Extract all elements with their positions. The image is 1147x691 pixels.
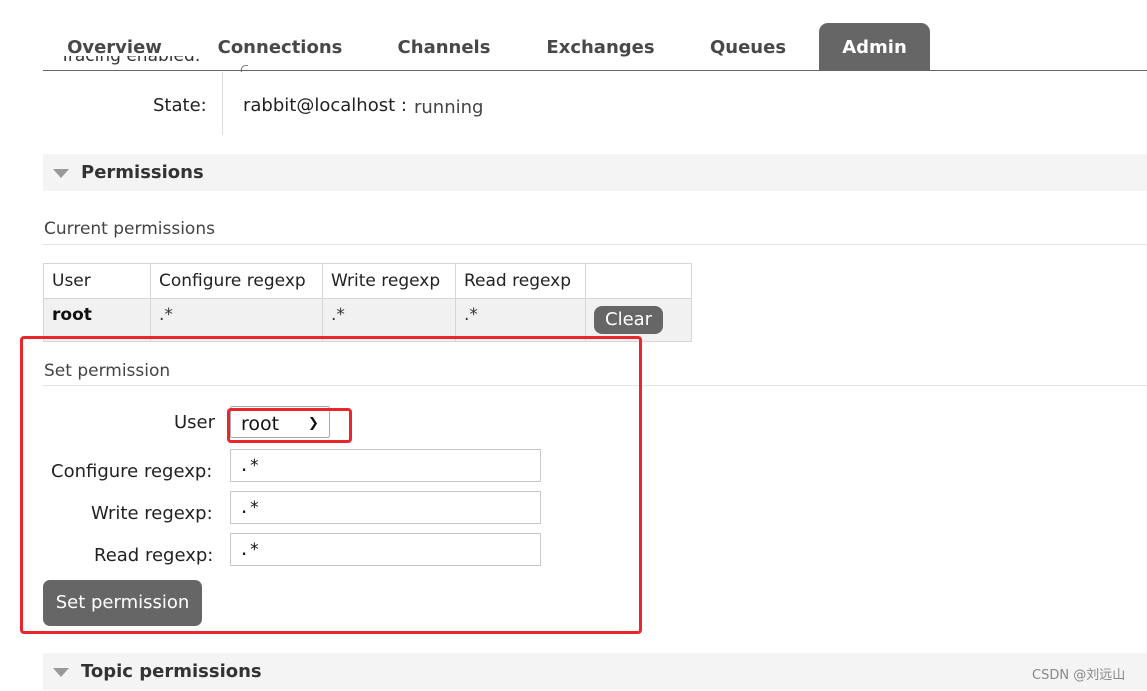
collapse-triangle-icon <box>53 668 69 677</box>
tracing-row-value: ○ <box>240 62 248 72</box>
state-label: State: <box>153 95 207 116</box>
current-permissions-heading: Current permissions <box>44 219 215 239</box>
tracing-row-label: Tracing enabled: <box>60 56 201 66</box>
divider <box>43 244 1147 245</box>
annotation-box-user-select <box>227 408 352 443</box>
permissions-table: User Configure regexp Write regexp Read … <box>43 263 692 342</box>
collapse-triangle-icon <box>53 169 69 178</box>
clear-button[interactable]: Clear <box>594 306 664 334</box>
tab-underline <box>43 70 1147 71</box>
column-header-configure: Configure regexp <box>150 263 323 299</box>
permissions-section-title: Permissions <box>81 162 204 183</box>
column-header-user: User <box>43 263 151 299</box>
column-header-write: Write regexp <box>322 263 456 299</box>
state-value: running <box>414 97 484 118</box>
state-node: rabbit@localhost : <box>243 95 407 116</box>
watermark: CSDN @刘远山 <box>1032 668 1126 683</box>
permissions-section-header[interactable]: Permissions <box>43 154 1147 191</box>
tab-admin[interactable]: Admin <box>819 23 930 70</box>
tab-channels[interactable]: Channels <box>383 23 505 70</box>
column-header-read: Read regexp <box>455 263 586 299</box>
table-header-row: User Configure regexp Write regexp Read … <box>43 263 692 299</box>
topic-permissions-section-header[interactable]: Topic permissions <box>43 653 1147 690</box>
tab-queues[interactable]: Queues <box>697 23 799 70</box>
topic-permissions-section-title: Topic permissions <box>81 661 262 682</box>
tab-exchanges[interactable]: Exchanges <box>533 23 668 70</box>
info-divider <box>222 72 223 135</box>
column-header-action <box>585 263 692 299</box>
tab-connections[interactable]: Connections <box>205 23 355 70</box>
annotation-box-set-permission <box>20 336 642 634</box>
